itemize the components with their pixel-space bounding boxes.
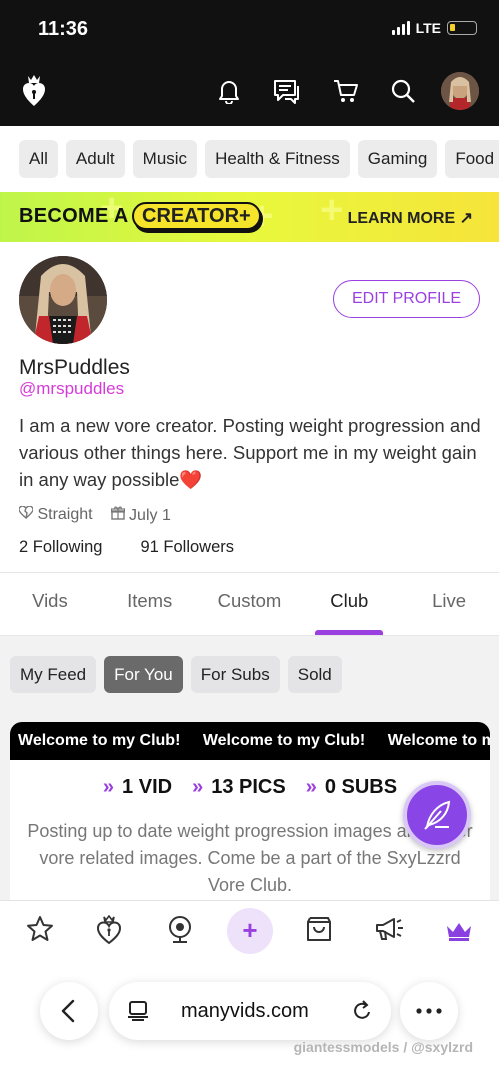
manyvids-heart-icon[interactable] [96,915,122,945]
birthday-item: July 1 [110,506,171,525]
browser-toolbar: manyvids.com giantessmodels / @sxylzrd [0,964,499,1080]
search-icon[interactable] [390,78,416,104]
reload-icon[interactable] [351,999,373,1023]
broken-heart-icon [18,505,34,520]
category-chip[interactable]: All [19,140,58,178]
crown-icon[interactable] [446,921,472,941]
notifications-bell-icon[interactable] [218,78,240,104]
network-label: LTE [415,20,441,36]
followers-count[interactable]: 91 Followers [140,538,234,557]
watermark-text: giantessmodels / @sxylzrd [293,1039,473,1055]
tab-vids[interactable]: Vids [0,573,100,635]
create-post-button[interactable] [403,781,471,849]
category-chip[interactable]: Music [132,140,198,178]
status-indicators: LTE [391,20,477,36]
category-chip[interactable]: Food [445,140,499,178]
megaphone-icon[interactable] [374,915,404,943]
category-chip[interactable]: Gaming [357,140,438,178]
feather-icon [424,800,451,830]
vid-count: » 1 VID [102,776,173,798]
tab-live[interactable]: Live [399,573,499,635]
profile-handle[interactable]: @mrspuddles [19,379,124,399]
gift-icon [110,506,125,520]
pic-count: » 13 PICS [192,776,286,798]
banner-highlight: CREATOR+ [132,202,261,230]
profile-meta: Straight July 1 [18,505,171,525]
back-button[interactable] [40,982,98,1040]
user-avatar[interactable] [441,72,479,110]
learn-more-link[interactable]: LEARN MORE ↗ [348,208,473,228]
top-nav [0,60,499,126]
tabs-icon[interactable] [127,1000,149,1022]
address-bar[interactable]: manyvids.com [109,982,391,1040]
category-chips: All Adult Music Health & Fitness Gaming … [0,126,499,192]
more-options-button[interactable] [400,982,458,1040]
creator-banner[interactable]: + + + BECOME A CREATOR+ LEARN MORE ↗ [0,192,499,242]
chevron-left-icon [61,999,75,1023]
double-chevron-icon: » [102,776,115,798]
following-count[interactable]: 2 Following [19,538,102,557]
url-text[interactable]: manyvids.com [181,1000,309,1023]
subtab-my-feed[interactable]: My Feed [10,656,97,693]
marquee-text: Welcome to my Club! [387,732,490,749]
banner-prefix: BECOME A [19,205,129,227]
welcome-marquee: Welcome to my Club! Welcome to my Club! … [10,722,490,760]
birthday-label: July 1 [129,507,171,524]
marquee-text: Welcome to my Club! [18,732,181,749]
edit-profile-button[interactable]: EDIT PROFILE [333,280,480,318]
double-chevron-icon: » [305,776,317,798]
orientation-label: Straight [37,506,93,523]
bottom-nav: + [0,900,499,964]
store-bag-icon[interactable] [305,915,333,943]
club-subtabs: My Feed For You For Subs Sold [10,656,342,693]
webcam-icon[interactable] [166,915,194,945]
profile-name: MrsPuddles [19,356,130,379]
profile-bio: I am a new vore creator. Posting weight … [19,415,481,490]
star-icon[interactable] [26,915,54,943]
plus-decoration-icon: + [320,192,344,232]
subtab-sold[interactable]: Sold [287,656,342,693]
add-button[interactable]: + [227,908,273,954]
marquee-text: Welcome to my Club! [202,732,366,749]
signal-icon [391,21,410,35]
ellipsis-icon [416,1008,442,1014]
messages-icon[interactable] [273,78,301,106]
tab-items[interactable]: Items [100,573,200,635]
subtab-for-you[interactable]: For You [104,656,183,693]
category-chip[interactable]: Health & Fitness [205,140,350,178]
profile-tabs: Vids Items Custom Club Live [0,572,499,636]
status-time: 11:36 [38,18,89,40]
follow-stats: 2 Following 91 Followers [19,538,234,557]
sub-count: » 0 SUBS [305,776,398,798]
cart-icon[interactable] [333,78,359,104]
status-bar: 11:36 LTE [0,0,499,60]
orientation-item: Straight [18,505,93,525]
subtab-for-subs[interactable]: For Subs [190,656,280,693]
battery-icon [447,21,477,35]
double-chevron-icon: » [192,776,204,798]
tab-club[interactable]: Club [299,573,399,635]
tab-custom[interactable]: Custom [200,573,300,635]
profile-avatar[interactable] [19,256,107,344]
manyvids-logo-icon[interactable] [22,74,46,108]
category-chip[interactable]: Adult [65,140,125,178]
